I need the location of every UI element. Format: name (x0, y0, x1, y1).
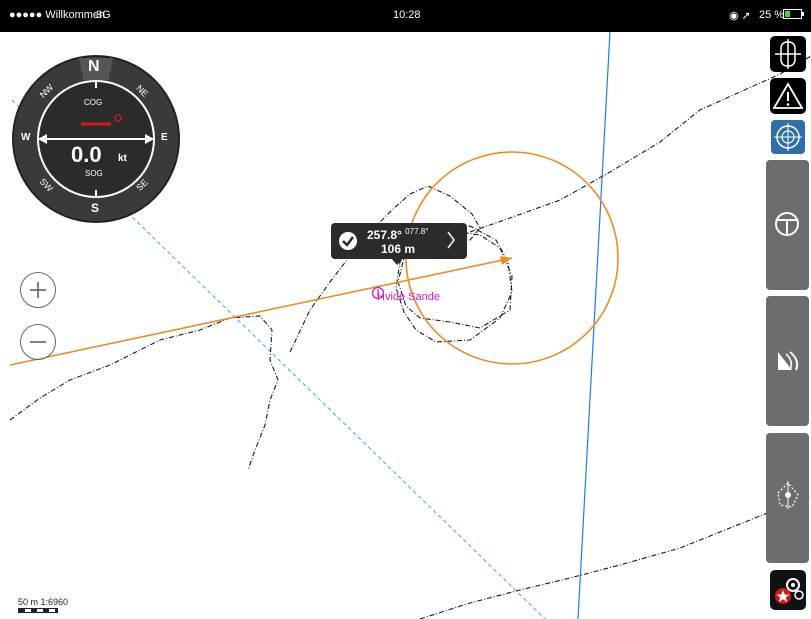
clock: 10:28 (393, 9, 421, 21)
bearing-readout: 257.8° 077.8° (367, 227, 428, 242)
network-text: 3G (96, 9, 111, 21)
warning-icon (772, 82, 804, 109)
ship-cross-button[interactable] (770, 36, 806, 72)
carrier-text: ●●●●● Willkommen (9, 9, 106, 21)
sailing-panel[interactable] (766, 296, 809, 426)
plus-icon (30, 282, 46, 298)
place-label[interactable]: Hvide Sande (377, 291, 440, 303)
sail-icon (778, 351, 799, 371)
compass-east: E (161, 132, 168, 143)
minus-icon (30, 341, 46, 343)
steering-wheel-icon (775, 212, 799, 236)
settings-button[interactable] (770, 570, 806, 610)
popup-pointer (391, 258, 403, 265)
speed-value: 0.0 (71, 142, 102, 167)
navigation-panel[interactable] (766, 433, 809, 563)
coastline-track-north (469, 55, 811, 233)
zoom-out-button[interactable] (20, 324, 56, 360)
reciprocal-bearing: 077.8° (405, 227, 429, 236)
speed-unit: kt (118, 153, 127, 164)
route-line (9, 257, 513, 366)
settings-gears-icon (775, 578, 804, 604)
bearing-value: 257.8° (367, 228, 402, 242)
warning-button[interactable] (770, 78, 806, 114)
compass-widget[interactable]: N S E W NW NE SW SE COG 0.0 kt SOG (11, 54, 181, 224)
map-scale: 50 m 1:6960 (18, 597, 69, 607)
compass-south: S (91, 201, 100, 215)
route-arrowhead (500, 256, 512, 265)
zoom-in-button[interactable] (20, 272, 56, 308)
scale-bar (18, 608, 58, 613)
distance-value: 106 m (381, 242, 416, 256)
location-icon: ◉ ➚ (729, 10, 751, 22)
cog-label: COG (84, 98, 103, 107)
vessel-track (289, 185, 513, 353)
compass-rose-button[interactable] (770, 119, 806, 155)
status-bar: ●●●●● Willkommen 3G 10:28 ◉ ➚ 25 % (0, 0, 811, 32)
steering-panel[interactable] (766, 160, 809, 290)
route-info-popup[interactable]: 257.8° 077.8° 106 m (331, 223, 467, 259)
compass-west: W (21, 132, 31, 143)
compass-rose-icon (774, 123, 802, 151)
compass-north: N (88, 58, 100, 75)
checkmark-icon[interactable] (339, 232, 357, 250)
battery-icon (783, 9, 805, 23)
mob-crosshair-icon (777, 481, 799, 509)
coastline-track-south (419, 497, 811, 619)
sog-label: SOG (85, 169, 103, 178)
battery-text: 25 % (759, 9, 785, 21)
chevron-right-icon[interactable] (446, 230, 456, 250)
ship-cross-icon (775, 39, 801, 69)
